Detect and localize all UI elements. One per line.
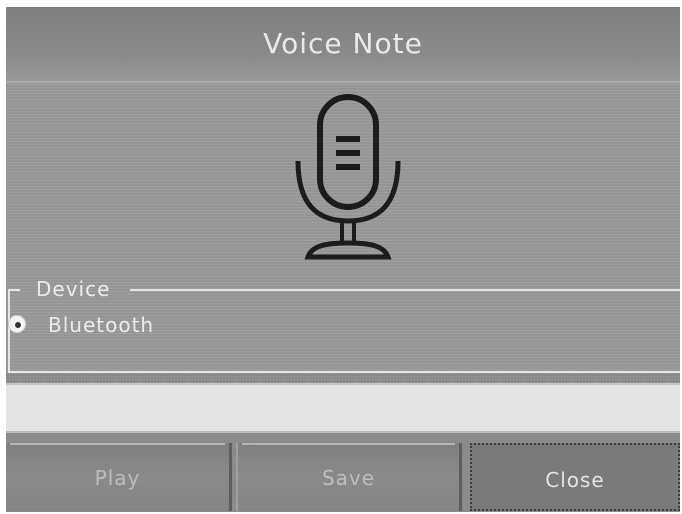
fieldset-border-bottom [8,371,680,373]
bluetooth-radio[interactable] [8,315,26,333]
bluetooth-radio-label[interactable]: Bluetooth [48,313,154,337]
fieldset-border-top [130,289,680,291]
voice-note-screen: Voice Note Device Bluetooth Play Save Cl… [6,7,680,512]
microphone-icon [295,94,401,260]
play-button-label: Play [94,466,141,490]
save-button[interactable]: Save [236,443,462,511]
save-button-label: Save [321,466,376,490]
button-highlight [10,443,225,445]
button-highlight [242,443,455,445]
play-button[interactable]: Play [6,443,232,511]
button-bar: Play Save Close [6,433,680,512]
window-title: Voice Note [263,27,423,60]
title-bar: Voice Note [6,7,680,83]
status-bar [6,383,680,433]
close-button-label: Close [545,468,605,492]
close-button[interactable]: Close [470,443,680,511]
device-legend: Device [36,277,111,301]
radio-selected-dot [15,322,21,328]
